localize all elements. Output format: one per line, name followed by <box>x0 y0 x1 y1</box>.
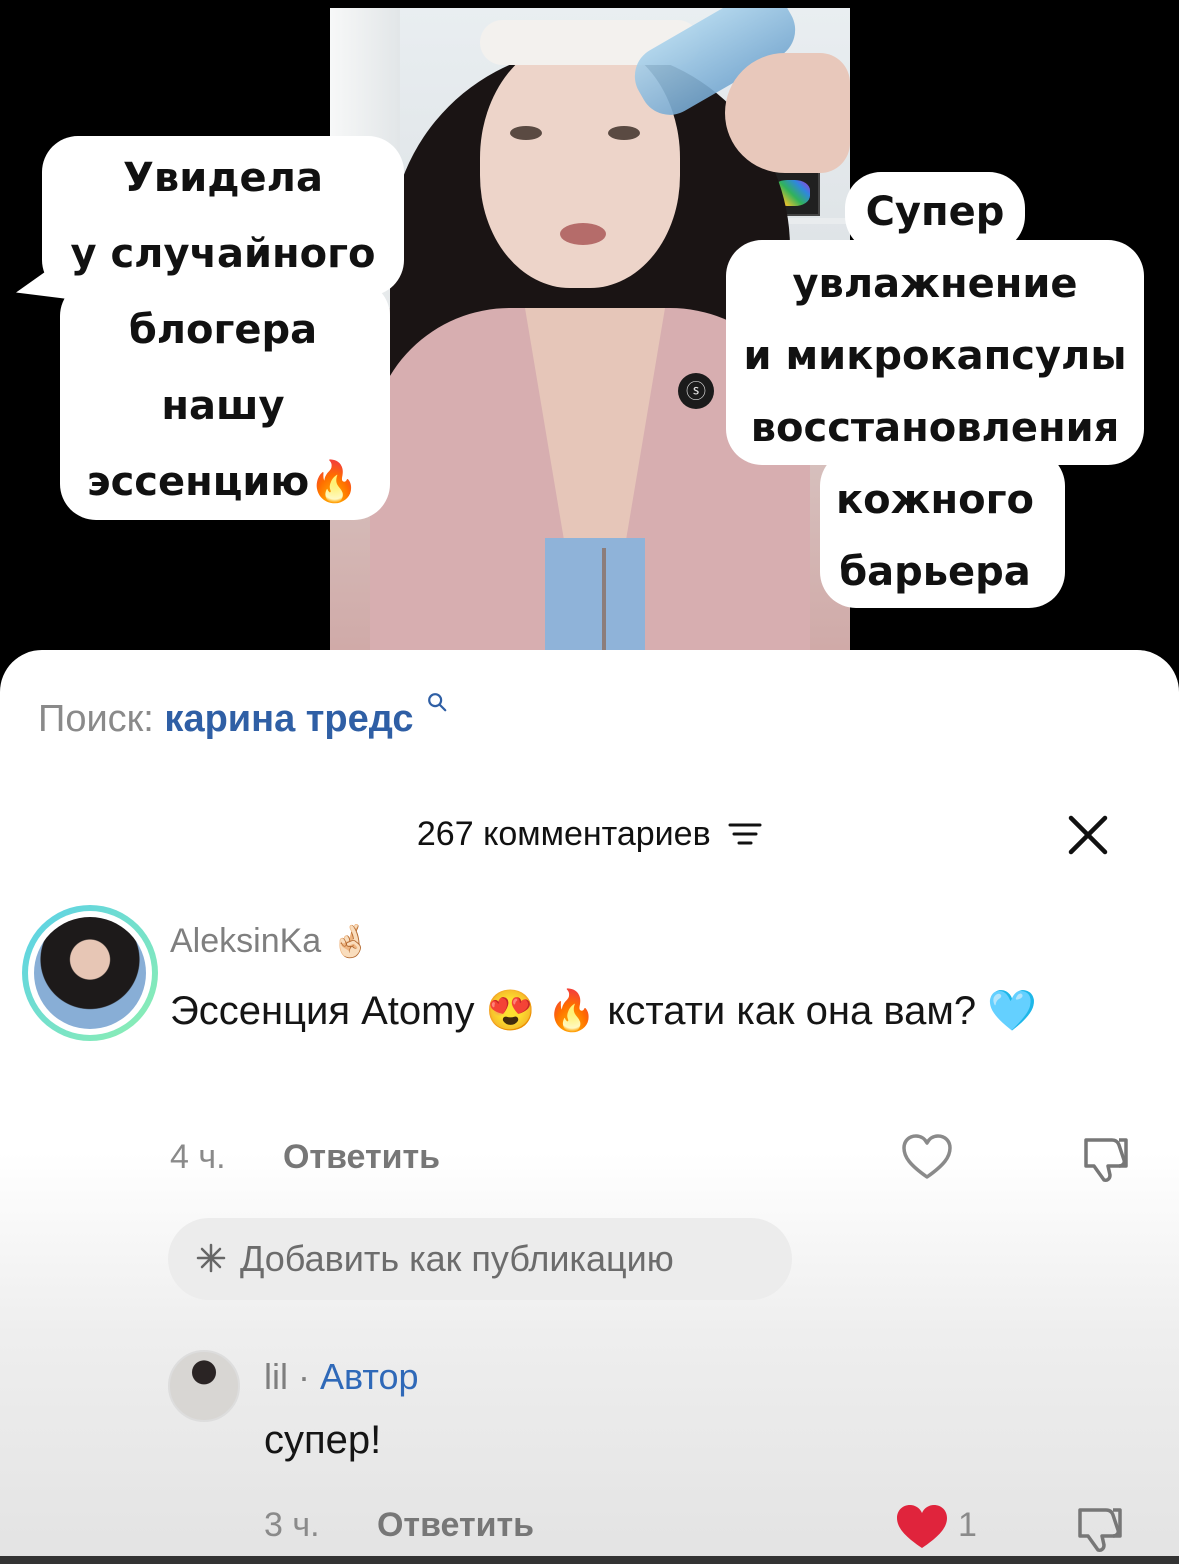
username-emoji: 🤞🏻 <box>330 923 371 959</box>
caption-left-line: эссенцию🔥 <box>86 459 360 505</box>
reply-text: супер! <box>264 1418 382 1462</box>
sort-filter-icon[interactable] <box>728 821 762 847</box>
comment-time: 4 ч. <box>170 1138 226 1176</box>
mouth <box>560 223 606 245</box>
reply-button[interactable]: Ответить <box>377 1506 534 1544</box>
search-icon[interactable] <box>426 691 448 713</box>
person-top <box>545 538 645 668</box>
caption-right-line: барьера <box>839 549 1031 595</box>
close-icon[interactable] <box>1063 810 1113 860</box>
reply-separator: · <box>298 1356 311 1397</box>
caption-right-line: увлажнение <box>792 261 1078 307</box>
person-hand <box>725 53 850 173</box>
eye-right <box>608 126 640 140</box>
reply-button[interactable]: Ответить <box>283 1138 440 1176</box>
bottom-divider <box>0 1556 1179 1564</box>
comments-count-header[interactable]: 267 комментариев <box>0 815 1179 854</box>
comments-sheet: Поиск: карина тредс 267 комментариев Ale… <box>0 650 1179 1564</box>
caption-left-line: нашу <box>161 383 285 429</box>
caption-right-line: кожного <box>836 477 1034 523</box>
dislike-icon[interactable] <box>1078 1132 1134 1184</box>
dislike-icon[interactable] <box>1072 1502 1128 1554</box>
author-badge: Автор <box>320 1356 419 1397</box>
comment-meta: 4 ч. Ответить <box>170 1138 440 1177</box>
search-prefix: Поиск: <box>38 698 154 740</box>
caption-right-line: и микрокапсулы <box>743 333 1127 379</box>
reply-username: lil <box>264 1356 288 1397</box>
caption-right-line: восстановления <box>750 405 1120 451</box>
caption-right: Супер увлажнение и микрокапсулы восстано… <box>726 176 1144 608</box>
caption-left-line: блогера <box>128 307 318 353</box>
avatar[interactable] <box>22 905 158 1041</box>
caption-left: Увидела у случайного блогера нашу эссенц… <box>42 140 404 520</box>
sparkle-icon <box>196 1244 226 1273</box>
comment-text: Эссенция Atomy 😍 🔥 кстати как она вам? 🩵 <box>170 989 1038 1033</box>
caption-left-line: Увидела <box>123 155 323 201</box>
avatar-image <box>34 917 146 1029</box>
search-term-link[interactable]: карина тредс <box>164 698 413 740</box>
search-suggestion[interactable]: Поиск: карина тредс <box>38 693 448 741</box>
reply-username-row[interactable]: lil · Автор <box>264 1356 419 1398</box>
pin-badge-icon: ⓢ <box>678 373 714 409</box>
eye-left <box>510 126 542 140</box>
caption-right-line: Супер <box>865 189 1005 235</box>
video-preview[interactable]: ⓢ Увидела у случайного блогера нашу эссе… <box>0 0 1179 700</box>
like-count: 1 <box>958 1506 977 1544</box>
heart-icon[interactable] <box>900 1132 954 1182</box>
reply-meta: 3 ч. Ответить <box>264 1506 534 1545</box>
username-text: AleksinKa <box>170 922 322 960</box>
comments-count: 267 комментариев <box>416 815 711 853</box>
heart-filled-icon[interactable] <box>894 1502 950 1552</box>
avatar-ring-inner <box>28 911 152 1035</box>
caption-left-line: у случайного <box>70 231 376 277</box>
comment-username[interactable]: AleksinKa 🤞🏻 <box>170 922 371 961</box>
reply-time: 3 ч. <box>264 1506 320 1544</box>
add-as-publication-button[interactable]: Добавить как публикацию <box>168 1218 792 1300</box>
add-as-publication-label: Добавить как публикацию <box>240 1238 674 1279</box>
reply-avatar[interactable] <box>168 1350 240 1422</box>
